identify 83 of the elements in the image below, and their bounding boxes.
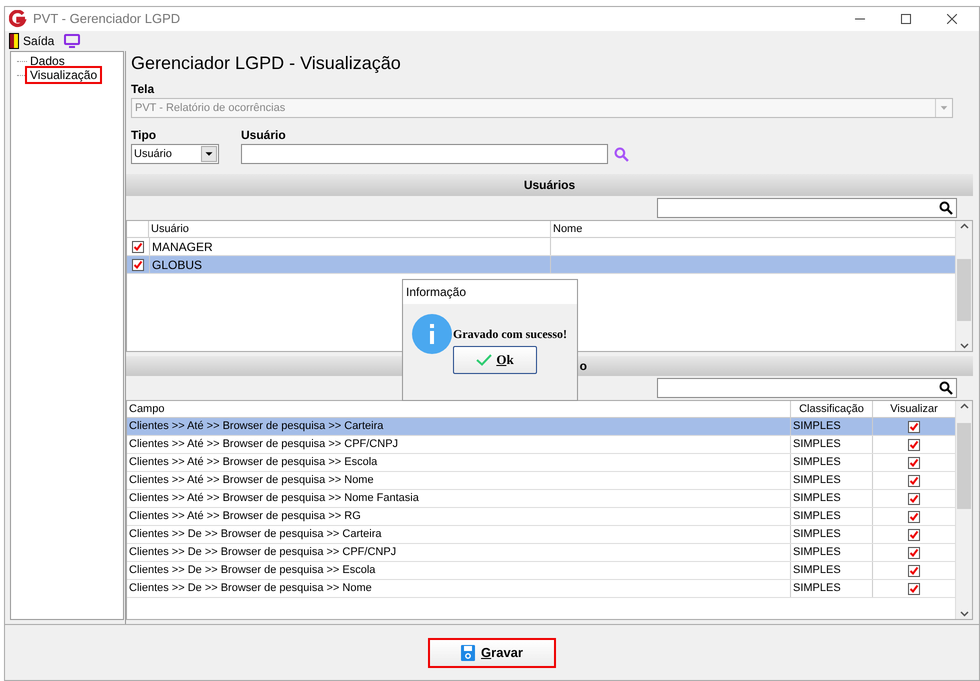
tree-item[interactable]: Dados — [27, 54, 68, 68]
checkmark-icon — [476, 354, 492, 366]
column-header[interactable]: Visualizar — [873, 401, 955, 417]
field-label: Usuário — [241, 128, 287, 142]
table-cell: SIMPLES — [791, 544, 873, 561]
scroll-down-icon[interactable] — [960, 611, 968, 617]
table-row[interactable]: MANAGER — [127, 238, 955, 256]
checkbox[interactable] — [908, 528, 920, 540]
table-cell: Clientes >> De >> Browser de pesquisa >> CPF/CNPJ — [127, 544, 791, 561]
table-cell: SIMPLES — [791, 418, 873, 435]
dropdown-icon — [201, 146, 217, 162]
tree-item[interactable]: Visualização — [27, 68, 100, 82]
save-button[interactable]: Gravar — [428, 638, 556, 668]
section-header: Usuários — [126, 174, 973, 196]
column-header[interactable]: Classificação — [791, 401, 873, 417]
door-icon — [9, 33, 19, 49]
table-cell: SIMPLES — [791, 526, 873, 543]
checkbox[interactable] — [908, 474, 920, 486]
page-heading: Gerenciador LGPD - Visualização — [131, 52, 402, 74]
app-logo-icon — [9, 10, 27, 28]
search-field[interactable] — [657, 198, 957, 218]
table-row[interactable]: Clientes >> De >> Browser de pesquisa >> Nome SIMPLES — [127, 580, 955, 598]
column-header[interactable]: Usuário — [149, 221, 551, 237]
scroll-thumb[interactable] — [957, 259, 971, 321]
monitor-icon[interactable] — [64, 34, 80, 48]
scroll-up-icon[interactable] — [960, 403, 968, 409]
table-row[interactable]: Clientes >> Até >> Browser de pesquisa >> Carteira SIMPLES — [127, 418, 955, 436]
table-row[interactable]: Clientes >> De >> Browser de pesquisa >> Carteira SIMPLES — [127, 526, 955, 544]
table-cell: Clientes >> Até >> Browser de pesquisa >> CPF/CNPJ — [127, 436, 791, 453]
checkbox[interactable] — [132, 240, 144, 252]
exit-button[interactable]: Saída — [9, 32, 54, 50]
scrollbar[interactable] — [955, 221, 972, 351]
table-cell: Clientes >> Até >> Browser de pesquisa >> Carteira — [127, 418, 791, 435]
scrollbar[interactable] — [955, 401, 972, 619]
table-cell: SIMPLES — [791, 454, 873, 471]
checkbox[interactable] — [908, 564, 920, 576]
ok-button[interactable]: Ok — [453, 346, 537, 374]
dialog-title: Informação — [403, 280, 577, 304]
table-cell: Clientes >> De >> Browser de pesquisa >> Escola — [127, 562, 791, 579]
window-title: PVT - Gerenciador LGPD — [33, 10, 180, 28]
checkbox[interactable] — [132, 258, 144, 270]
checkbox[interactable] — [908, 420, 920, 432]
column-header[interactable]: Nome — [551, 221, 955, 237]
checkbox[interactable] — [908, 546, 920, 558]
field-label: Tipo — [131, 128, 158, 142]
checkbox[interactable] — [908, 582, 920, 594]
table-cell: SIMPLES — [791, 508, 873, 525]
table-row[interactable]: Clientes >> Até >> Browser de pesquisa >> CPF/CNPJ SIMPLES — [127, 436, 955, 454]
table-cell: SIMPLES — [791, 490, 873, 507]
table-row[interactable]: GLOBUS — [127, 256, 955, 274]
table-cell: SIMPLES — [791, 562, 873, 579]
user-input[interactable] — [241, 144, 608, 164]
table-row[interactable]: Clientes >> Até >> Browser de pesquisa >> Nome Fantasia SIMPLES — [127, 490, 955, 508]
table-cell: SIMPLES — [791, 472, 873, 489]
scroll-up-icon[interactable] — [960, 223, 968, 229]
checkbox[interactable] — [908, 492, 920, 504]
table-row[interactable]: Clientes >> De >> Browser de pesquisa >> Escola SIMPLES — [127, 562, 955, 580]
scroll-down-icon[interactable] — [960, 343, 968, 349]
search-icon[interactable] — [939, 381, 953, 395]
table-cell: Clientes >> Até >> Browser de pesquisa >> Escola — [127, 454, 791, 471]
dialog-message: Gravado com sucesso! — [453, 326, 567, 343]
table-row[interactable]: Clientes >> Até >> Browser de pesquisa >> RG SIMPLES — [127, 508, 955, 526]
checkbox[interactable] — [908, 510, 920, 522]
search-icon[interactable] — [939, 201, 953, 215]
table-cell: SIMPLES — [791, 436, 873, 453]
table-row[interactable]: Clientes >> Até >> Browser de pesquisa >> Nome SIMPLES — [127, 472, 955, 490]
table-cell: Clientes >> De >> Browser de pesquisa >> Nome — [127, 580, 791, 597]
table-row[interactable]: Clientes >> De >> Browser de pesquisa >> CPF/CNPJ SIMPLES — [127, 544, 955, 562]
table-cell: MANAGER — [149, 238, 551, 255]
info-icon — [412, 314, 452, 354]
field-label: Tela — [131, 82, 156, 96]
checkbox[interactable] — [908, 456, 920, 468]
table-cell: SIMPLES — [791, 580, 873, 597]
table-cell: Clientes >> Até >> Browser de pesquisa >> Nome — [127, 472, 791, 489]
table-cell: Clientes >> Até >> Browser de pesquisa >> Nome Fantasia — [127, 490, 791, 507]
search-field[interactable] — [657, 378, 957, 398]
table-cell: Clientes >> De >> Browser de pesquisa >> Carteira — [127, 526, 791, 543]
type-select[interactable]: Usuário — [131, 144, 219, 164]
checkbox[interactable] — [908, 438, 920, 450]
scroll-thumb[interactable] — [957, 423, 971, 509]
table-row[interactable]: Clientes >> Até >> Browser de pesquisa >> Escola SIMPLES — [127, 454, 955, 472]
table-cell: GLOBUS — [149, 256, 551, 273]
table-cell: Clientes >> Até >> Browser de pesquisa >> RG — [127, 508, 791, 525]
